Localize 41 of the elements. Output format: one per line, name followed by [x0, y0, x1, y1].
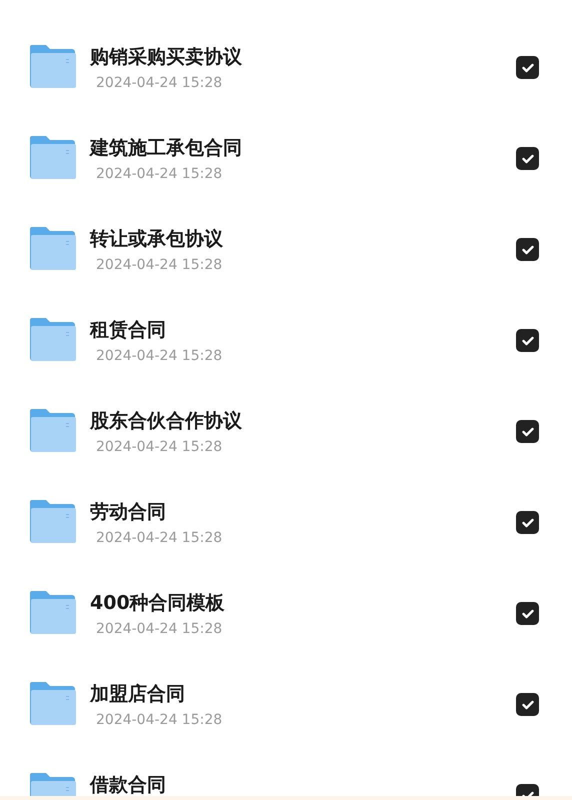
file-name: 股东合伙合作协议	[90, 409, 243, 433]
checkbox[interactable]	[516, 602, 539, 625]
file-name: 购销采购买卖协议	[90, 45, 243, 69]
file-date: 2024-04-24 15:28	[96, 165, 224, 183]
check-icon	[522, 518, 534, 528]
checkbox[interactable]	[516, 238, 539, 261]
check-icon	[522, 700, 534, 710]
checkbox[interactable]	[516, 693, 539, 716]
folder-icon	[30, 409, 76, 452]
check-icon	[522, 608, 534, 618]
checkbox[interactable]	[516, 56, 539, 79]
check-icon	[522, 426, 534, 436]
file-date: 2024-04-24 15:28	[96, 347, 224, 365]
folder-icon	[30, 45, 76, 88]
file-name: 借款合同	[90, 773, 167, 796]
check-icon	[522, 154, 534, 164]
checkbox[interactable]	[516, 147, 539, 170]
file-date: 2024-04-24 15:28	[96, 711, 224, 729]
folder-icon	[30, 500, 76, 543]
folder-icon	[30, 318, 76, 361]
file-name: 劳动合同	[90, 500, 167, 524]
file-date: 2024-04-24 15:28	[96, 620, 224, 638]
checkbox[interactable]	[516, 329, 539, 352]
folder-icon	[30, 136, 76, 179]
checkbox[interactable]	[516, 420, 539, 443]
check-icon	[522, 62, 534, 72]
file-name: 转让或承包协议	[90, 227, 224, 251]
checkbox[interactable]	[516, 511, 539, 534]
file-name: 400种合同模板	[90, 591, 226, 615]
folder-icon	[30, 227, 76, 270]
file-name: 加盟店合同	[90, 682, 186, 706]
file-date: 2024-04-24 15:28	[96, 256, 224, 274]
file-date: 2024-04-24 15:28	[96, 438, 224, 456]
file-name: 建筑施工承包合同	[90, 136, 243, 160]
file-date: 2024-04-24 15:28	[96, 529, 224, 547]
check-icon	[522, 336, 534, 346]
check-icon	[522, 244, 534, 254]
folder-icon	[30, 682, 76, 725]
file-date: 2024-04-24 15:28	[96, 74, 224, 92]
file-name: 租赁合同	[90, 318, 167, 342]
folder-icon	[30, 591, 76, 634]
